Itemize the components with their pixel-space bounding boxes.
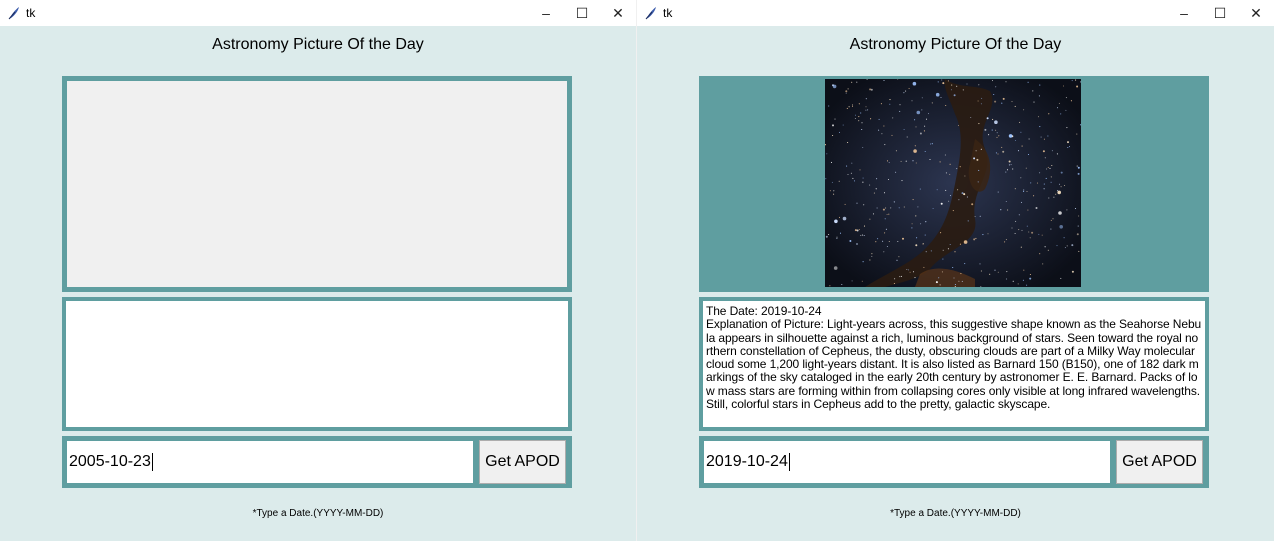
app-title: Astronomy Picture Of the Day bbox=[849, 36, 1062, 53]
description-date-line: The Date: 2019-10-24 bbox=[706, 304, 822, 318]
image-placeholder bbox=[67, 81, 567, 287]
window-title: tk bbox=[663, 6, 673, 20]
close-button[interactable]: ✕ bbox=[600, 0, 636, 26]
seahorse-nebula-photo bbox=[825, 79, 1081, 287]
right-window: tk – ☐ ✕ Astronomy Picture Of the Day Th… bbox=[637, 0, 1274, 541]
description-explanation: Explanation of Picture: Light-years acro… bbox=[706, 317, 1202, 412]
maximize-button[interactable]: ☐ bbox=[1202, 0, 1238, 26]
close-button[interactable]: ✕ bbox=[1238, 0, 1274, 26]
date-format-hint: *Type a Date.(YYYY-MM-DD) bbox=[252, 508, 384, 519]
title-bar[interactable]: tk – ☐ ✕ bbox=[0, 0, 636, 26]
description-text[interactable]: The Date: 2019-10-24 Explanation of Pict… bbox=[703, 301, 1205, 427]
text-caret bbox=[151, 453, 153, 471]
left-window: tk – ☐ ✕ Astronomy Picture Of the Day 20… bbox=[0, 0, 636, 541]
date-input[interactable]: 2019-10-24 bbox=[704, 441, 1110, 483]
description-panel bbox=[62, 297, 572, 431]
text-caret bbox=[788, 453, 790, 471]
tk-feather-icon bbox=[8, 7, 19, 20]
date-format-hint: *Type a Date.(YYYY-MM-DD) bbox=[890, 508, 1021, 519]
get-apod-button[interactable]: Get APOD bbox=[479, 440, 566, 484]
input-bar: 2019-10-24 Get APOD bbox=[699, 436, 1209, 488]
image-panel bbox=[62, 76, 572, 292]
title-bar[interactable]: tk – ☐ ✕ bbox=[637, 0, 1274, 26]
app-title: Astronomy Picture Of the Day bbox=[212, 36, 424, 53]
date-input-value: 2019-10-24 bbox=[706, 453, 788, 470]
minimize-button[interactable]: – bbox=[1166, 0, 1202, 26]
maximize-button[interactable]: ☐ bbox=[564, 0, 600, 26]
date-input-value: 2005-10-23 bbox=[69, 453, 151, 470]
description-panel: The Date: 2019-10-24 Explanation of Pict… bbox=[699, 297, 1209, 431]
window-title: tk bbox=[26, 6, 36, 20]
get-apod-button[interactable]: Get APOD bbox=[1116, 440, 1203, 484]
nebula-image bbox=[825, 79, 1081, 287]
date-input[interactable]: 2005-10-23 bbox=[67, 441, 473, 483]
tk-feather-icon bbox=[645, 7, 656, 20]
image-panel bbox=[699, 76, 1209, 292]
minimize-button[interactable]: – bbox=[528, 0, 564, 26]
input-bar: 2005-10-23 Get APOD bbox=[62, 436, 572, 488]
description-text[interactable] bbox=[66, 301, 568, 427]
